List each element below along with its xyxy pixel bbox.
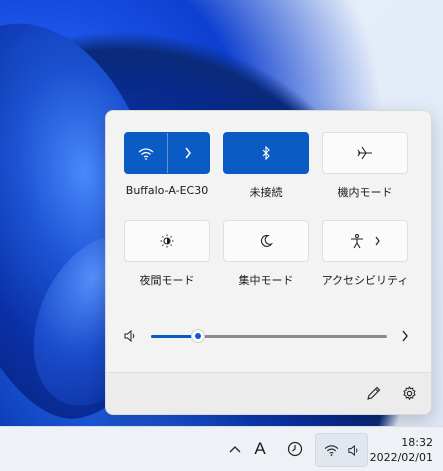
wifi-chevron-button[interactable] xyxy=(167,133,209,173)
airplane-label: 機内モード xyxy=(337,186,393,199)
focus-label: 集中モード xyxy=(238,274,294,287)
taskbar-clock[interactable]: 18:32 2022/02/01 xyxy=(370,435,433,465)
ime-indicator[interactable]: A xyxy=(250,427,270,471)
clock-app-icon xyxy=(287,441,303,457)
chevron-up-icon xyxy=(229,445,241,453)
chevron-right-icon xyxy=(374,236,381,246)
focus-tile[interactable] xyxy=(223,220,309,262)
clock-app-tray-button[interactable] xyxy=(284,427,306,471)
volume-slider-thumb[interactable] xyxy=(191,329,206,343)
accessibility-tile[interactable] xyxy=(322,220,408,262)
accessibility-label: アクセシビリティ xyxy=(321,274,409,287)
clock-time: 18:32 xyxy=(401,436,433,449)
bluetooth-label: 未接続 xyxy=(249,186,283,199)
bluetooth-icon xyxy=(261,146,271,160)
night-light-tile[interactable] xyxy=(124,220,210,262)
brightness-icon xyxy=(160,234,174,248)
volume-row xyxy=(106,325,431,347)
gear-icon[interactable] xyxy=(402,386,417,401)
show-hidden-icons-button[interactable] xyxy=(226,427,244,471)
speaker-icon xyxy=(347,444,360,457)
quick-settings-panel: Buffalo-A-EC30 未接続 機内モード 夜間モード 集中モード アクセ… xyxy=(105,110,432,415)
quick-settings-footer xyxy=(106,372,431,414)
audio-output-chevron-button[interactable] xyxy=(401,330,409,342)
wifi-icon xyxy=(324,444,339,456)
airplane-tile[interactable] xyxy=(322,132,408,174)
wifi-label: Buffalo-A-EC30 xyxy=(125,184,209,197)
wifi-tile[interactable] xyxy=(124,132,210,174)
wifi-toggle[interactable] xyxy=(125,133,167,173)
pencil-icon[interactable] xyxy=(366,386,381,401)
wifi-icon xyxy=(138,147,154,160)
network-volume-tray-button[interactable] xyxy=(315,433,368,467)
moon-icon xyxy=(259,234,273,248)
volume-slider[interactable] xyxy=(151,329,387,343)
speaker-icon[interactable] xyxy=(123,329,137,343)
bluetooth-tile[interactable] xyxy=(223,132,309,174)
chevron-right-icon xyxy=(184,147,192,159)
night-light-label: 夜間モード xyxy=(139,274,195,287)
taskbar: A 18:32 2022/02/01 xyxy=(0,426,443,471)
clock-date: 2022/02/01 xyxy=(369,451,433,464)
airplane-icon xyxy=(357,146,373,160)
accessibility-icon xyxy=(350,233,364,249)
